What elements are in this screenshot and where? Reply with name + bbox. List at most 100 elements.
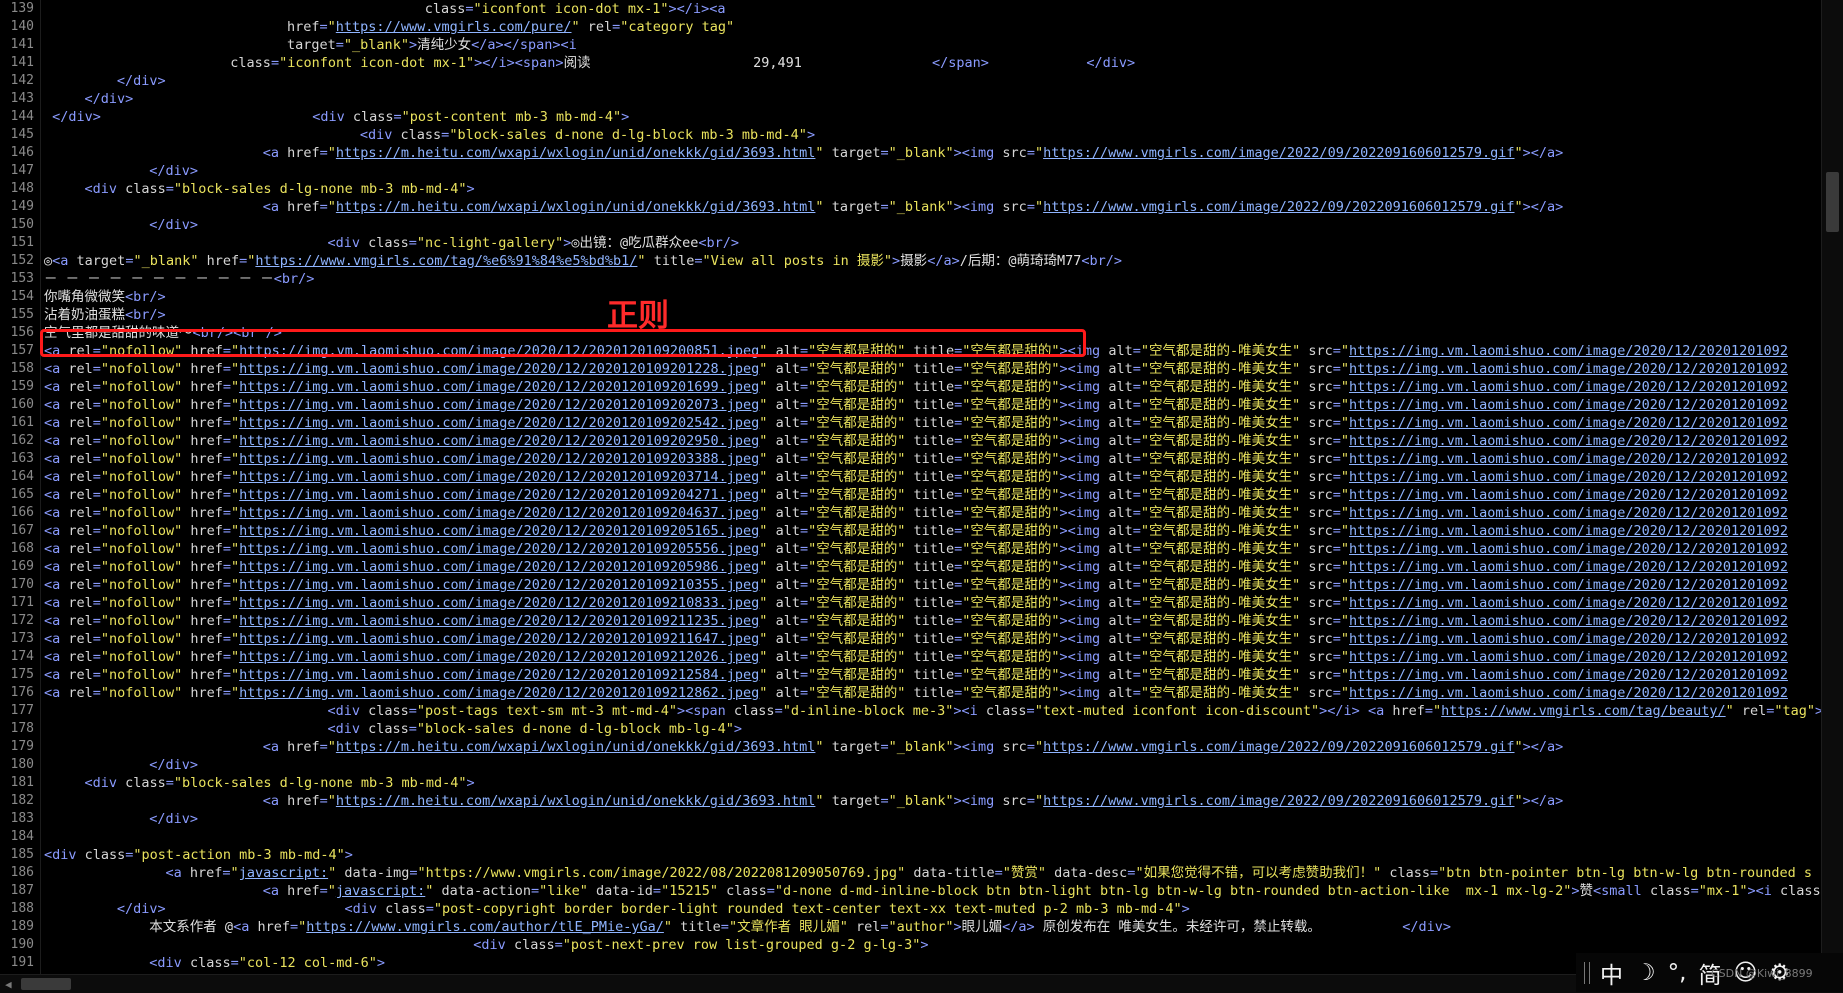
code-token[interactable]: https://www.vmgirls.com/tag/beauty/ bbox=[1441, 703, 1725, 719]
code-token[interactable]: https://img.vm.laomishuo.com/image/2020/… bbox=[1349, 613, 1788, 629]
code-token[interactable]: https://m.heitu.com/wxapi/wxlogin/unid/o… bbox=[336, 145, 816, 161]
code-line[interactable]: 139 class="iconfont icon-dot mx-1"></i><a bbox=[0, 0, 1822, 18]
code-line[interactable]: 151 <div class="nc-light-gallery">◎出镜：@吃瓜… bbox=[0, 234, 1822, 252]
code-line[interactable]: 176 <a rel="nofollow" href="https://img.v… bbox=[0, 684, 1822, 702]
code-line[interactable]: 169 <a rel="nofollow" href="https://img.v… bbox=[0, 558, 1822, 576]
code-token[interactable]: https://img.vm.laomishuo.com/image/2020/… bbox=[1349, 667, 1788, 683]
code-token[interactable]: https://img.vm.laomishuo.com/image/2020/… bbox=[1349, 577, 1788, 593]
code-token[interactable]: https://img.vm.laomishuo.com/image/2020/… bbox=[239, 415, 759, 431]
code-line[interactable]: 186 <a href="javascript:" data-img="https… bbox=[0, 864, 1822, 882]
code-token[interactable]: https://img.vm.laomishuo.com/image/2020/… bbox=[1349, 685, 1788, 701]
code-token[interactable]: https://img.vm.laomishuo.com/image/2020/… bbox=[1349, 433, 1788, 449]
code-token[interactable]: https://img.vm.laomishuo.com/image/2020/… bbox=[1349, 541, 1788, 557]
code-token[interactable]: https://img.vm.laomishuo.com/image/2020/… bbox=[1349, 397, 1788, 413]
code-line[interactable]: 166 <a rel="nofollow" href="https://img.v… bbox=[0, 504, 1822, 522]
code-line[interactable]: 173 <a rel="nofollow" href="https://img.v… bbox=[0, 630, 1822, 648]
code-token[interactable]: https://img.vm.laomishuo.com/image/2020/… bbox=[239, 379, 759, 395]
code-token[interactable]: https://img.vm.laomishuo.com/image/2020/… bbox=[239, 433, 759, 449]
code-line[interactable]: 146 <a href="https://m.heitu.com/wxapi/wx… bbox=[0, 144, 1822, 162]
code-line[interactable]: 153 － － － － － － － － － － －<br/> bbox=[0, 270, 1822, 288]
code-line[interactable]: 189 本文系作者 @<a href="https://www.vmgirls.c… bbox=[0, 918, 1822, 936]
code-token[interactable]: https://img.vm.laomishuo.com/image/2020/… bbox=[239, 451, 759, 467]
code-token[interactable]: https://img.vm.laomishuo.com/image/2020/… bbox=[239, 469, 759, 485]
vertical-scrollbar-thumb[interactable] bbox=[1826, 172, 1839, 232]
code-line[interactable]: 141 target="_blank">清纯少女</a></span><i bbox=[0, 36, 1822, 54]
code-line[interactable]: 152 ◎<a target="_blank" href="https://www… bbox=[0, 252, 1822, 270]
code-line[interactable]: 181 <div class="block-sales d-lg-none mb-… bbox=[0, 774, 1822, 792]
code-token[interactable]: javascript: bbox=[336, 883, 425, 899]
code-line[interactable]: 184 bbox=[0, 828, 1822, 846]
code-line[interactable]: 141 class="iconfont icon-dot mx-1"></i><s… bbox=[0, 54, 1822, 72]
code-token[interactable]: https://img.vm.laomishuo.com/image/2020/… bbox=[239, 361, 759, 377]
code-line[interactable]: 185 <div class="post-action mb-3 mb-md-4"… bbox=[0, 846, 1822, 864]
code-line[interactable]: 145 <div class="block-sales d-none d-lg-b… bbox=[0, 126, 1822, 144]
code-token[interactable]: https://img.vm.laomishuo.com/image/2020/… bbox=[239, 613, 759, 629]
code-token[interactable]: https://img.vm.laomishuo.com/image/2020/… bbox=[239, 487, 759, 503]
code-token[interactable]: https://img.vm.laomishuo.com/image/2020/… bbox=[239, 631, 759, 647]
code-token[interactable]: https://www.vmgirls.com/image/2022/09/20… bbox=[1043, 739, 1514, 755]
code-line[interactable]: 190 <div class="post-next-prev row list-g… bbox=[0, 936, 1822, 954]
code-token[interactable]: https://img.vm.laomishuo.com/image/2020/… bbox=[1349, 595, 1788, 611]
code-line[interactable]: 148 <div class="block-sales d-lg-none mb-… bbox=[0, 180, 1822, 198]
code-line[interactable]: 175 <a rel="nofollow" href="https://img.v… bbox=[0, 666, 1822, 684]
code-line[interactable]: 165 <a rel="nofollow" href="https://img.v… bbox=[0, 486, 1822, 504]
code-line[interactable]: 158 <a rel="nofollow" href="https://img.v… bbox=[0, 360, 1822, 378]
punctuation-toggle-icon[interactable]: °, bbox=[1668, 960, 1687, 986]
code-line[interactable]: 179 <a href="https://m.heitu.com/wxapi/wx… bbox=[0, 738, 1822, 756]
code-line[interactable]: 161 <a rel="nofollow" href="https://img.v… bbox=[0, 414, 1822, 432]
code-token[interactable]: https://img.vm.laomishuo.com/image/2020/… bbox=[1349, 505, 1788, 521]
code-line[interactable]: 182 <a href="https://m.heitu.com/wxapi/wx… bbox=[0, 792, 1822, 810]
code-token[interactable]: https://www.vmgirls.com/image/2022/09/20… bbox=[1043, 199, 1514, 215]
code-line[interactable]: 183 </div> bbox=[0, 810, 1822, 828]
horizontal-scrollbar[interactable]: ◀ bbox=[0, 974, 1843, 993]
ime-language-toggle[interactable]: 中 bbox=[1600, 956, 1623, 990]
code-line[interactable]: 163 <a rel="nofollow" href="https://img.v… bbox=[0, 450, 1822, 468]
code-token[interactable]: https://www.vmgirls.com/author/tlE_PMie-… bbox=[306, 919, 664, 935]
vertical-scrollbar[interactable] bbox=[1821, 0, 1843, 974]
code-token[interactable]: https://img.vm.laomishuo.com/image/2020/… bbox=[239, 667, 759, 683]
code-line[interactable]: 164 <a rel="nofollow" href="https://img.v… bbox=[0, 468, 1822, 486]
code-line[interactable]: 162 <a rel="nofollow" href="https://img.v… bbox=[0, 432, 1822, 450]
code-token[interactable]: https://img.vm.laomishuo.com/image/2020/… bbox=[239, 523, 759, 539]
code-token[interactable]: https://img.vm.laomishuo.com/image/2020/… bbox=[239, 397, 759, 413]
code-token[interactable]: https://img.vm.laomishuo.com/image/2020/… bbox=[1349, 559, 1788, 575]
code-token[interactable]: https://m.heitu.com/wxapi/wxlogin/unid/o… bbox=[336, 793, 816, 809]
code-line[interactable]: 180 </div> bbox=[0, 756, 1822, 774]
code-token[interactable]: https://img.vm.laomishuo.com/image/2020/… bbox=[1349, 649, 1788, 665]
code-token[interactable]: https://img.vm.laomishuo.com/image/2020/… bbox=[1349, 343, 1788, 359]
code-token[interactable]: javascript: bbox=[239, 865, 328, 881]
code-line[interactable]: 160 <a rel="nofollow" href="https://img.v… bbox=[0, 396, 1822, 414]
code-token[interactable]: https://img.vm.laomishuo.com/image/2020/… bbox=[1349, 523, 1788, 539]
horizontal-scrollbar-thumb[interactable] bbox=[21, 978, 71, 990]
code-line[interactable]: 191 <div class="col-12 col-md-6"> bbox=[0, 954, 1822, 972]
code-token[interactable]: https://m.heitu.com/wxapi/wxlogin/unid/o… bbox=[336, 739, 816, 755]
code-line[interactable]: 150 </div> bbox=[0, 216, 1822, 234]
code-line[interactable]: 142 </div> bbox=[0, 72, 1822, 90]
code-token[interactable]: https://img.vm.laomishuo.com/image/2020/… bbox=[1349, 415, 1788, 431]
code-token[interactable]: https://www.vmgirls.com/tag/%e6%91%84%e5… bbox=[255, 253, 637, 269]
code-line[interactable]: 170 <a rel="nofollow" href="https://img.v… bbox=[0, 576, 1822, 594]
code-line[interactable]: 171 <a rel="nofollow" href="https://img.v… bbox=[0, 594, 1822, 612]
code-token[interactable]: https://img.vm.laomishuo.com/image/2020/… bbox=[239, 541, 759, 557]
code-line[interactable]: 172 <a rel="nofollow" href="https://img.v… bbox=[0, 612, 1822, 630]
code-line[interactable]: 144 </div> <div class="post-content mb-3 … bbox=[0, 108, 1822, 126]
code-token[interactable]: https://img.vm.laomishuo.com/image/2020/… bbox=[1349, 361, 1788, 377]
code-token[interactable]: https://m.heitu.com/wxapi/wxlogin/unid/o… bbox=[336, 199, 816, 215]
code-token[interactable]: https://img.vm.laomishuo.com/image/2020/… bbox=[1349, 469, 1788, 485]
code-line[interactable]: 187 <a href="javascript:" data-action="li… bbox=[0, 882, 1822, 900]
code-line[interactable]: 178 <div class="block-sales d-none d-lg-b… bbox=[0, 720, 1822, 738]
code-token[interactable]: https://img.vm.laomishuo.com/image/2020/… bbox=[1349, 631, 1788, 647]
ime-drag-handle[interactable] bbox=[1584, 961, 1590, 984]
code-line[interactable]: 143 </div> bbox=[0, 90, 1822, 108]
code-line[interactable]: 154 你嘴角微微笑<br/> bbox=[0, 288, 1822, 306]
code-token[interactable]: https://img.vm.laomishuo.com/image/2020/… bbox=[1349, 451, 1788, 467]
scroll-left-arrow-icon[interactable]: ◀ bbox=[5, 978, 12, 991]
code-line[interactable]: 155 沾着奶油蛋糕<br/> bbox=[0, 306, 1822, 324]
code-token[interactable]: https://img.vm.laomishuo.com/image/2020/… bbox=[1349, 379, 1788, 395]
moon-icon[interactable]: ☽ bbox=[1635, 960, 1656, 986]
code-token[interactable]: https://img.vm.laomishuo.com/image/2020/… bbox=[239, 577, 759, 593]
code-token[interactable]: https://www.vmgirls.com/pure/ bbox=[336, 19, 572, 35]
code-line[interactable]: 140 href="https://www.vmgirls.com/pure/" … bbox=[0, 18, 1822, 36]
code-token[interactable]: https://img.vm.laomishuo.com/image/2020/… bbox=[239, 595, 759, 611]
code-line[interactable]: 168 <a rel="nofollow" href="https://img.v… bbox=[0, 540, 1822, 558]
